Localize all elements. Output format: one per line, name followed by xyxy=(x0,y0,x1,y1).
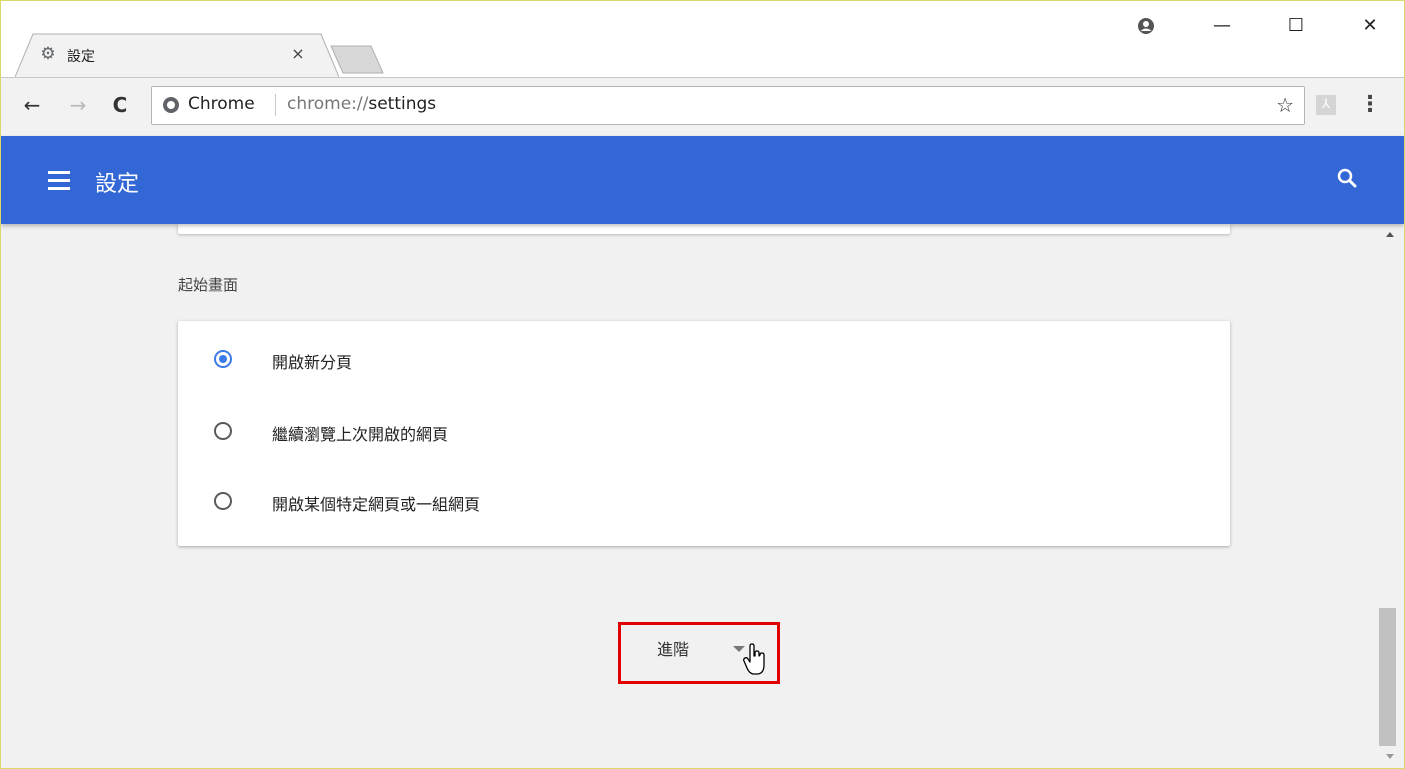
scroll-thumb[interactable] xyxy=(1379,608,1396,746)
previous-section-card xyxy=(178,224,1230,234)
chrome-menu-icon[interactable]: ⋮ xyxy=(1359,90,1381,120)
advanced-label: 進階 xyxy=(657,640,690,659)
back-button[interactable]: ← xyxy=(17,90,47,120)
radio-option-specific-pages[interactable]: 開啟某個特定網頁或一組網頁 xyxy=(178,473,1230,533)
new-tab-button[interactable] xyxy=(327,45,389,75)
url-path: settings xyxy=(368,94,437,114)
section-title-startup: 起始畫面 xyxy=(178,276,239,294)
browser-window: ⚙ 設定 × — ☐ ✕ ← → C Chrome chrome://setti… xyxy=(0,0,1405,769)
radio-label: 繼續瀏覽上次開啟的網頁 xyxy=(272,425,449,444)
page-scrollbar[interactable] xyxy=(1379,224,1404,768)
radio-option-new-tab[interactable]: 開啟新分頁 xyxy=(178,331,1230,391)
address-bar[interactable]: Chrome chrome://settings ☆ xyxy=(151,86,1305,125)
startup-options-card: 開啟新分頁 繼續瀏覽上次開啟的網頁 開啟某個特定網頁或一組網頁 xyxy=(178,321,1230,546)
hamburger-bar xyxy=(48,187,70,190)
radio-option-continue[interactable]: 繼續瀏覽上次開啟的網頁 xyxy=(178,403,1230,463)
close-window-button[interactable]: ✕ xyxy=(1347,11,1393,41)
chrome-page-icon xyxy=(163,97,179,113)
settings-header: 設定 xyxy=(1,136,1404,224)
scroll-up-arrow-icon[interactable] xyxy=(1386,232,1394,237)
radio-button[interactable] xyxy=(214,422,232,440)
tab-settings[interactable]: ⚙ 設定 × xyxy=(15,33,339,77)
page-title: 設定 xyxy=(95,172,140,197)
origin-chip: Chrome xyxy=(188,94,255,114)
hand-cursor-icon xyxy=(743,643,765,675)
scroll-down-arrow-icon[interactable] xyxy=(1386,754,1394,759)
hamburger-icon[interactable] xyxy=(45,169,73,191)
radio-button-checked[interactable] xyxy=(214,350,232,368)
advanced-button[interactable]: 進階 xyxy=(618,622,780,684)
reload-button[interactable]: C xyxy=(105,90,135,120)
account-icon-glyph xyxy=(1138,18,1154,34)
omnibox-divider xyxy=(275,94,276,116)
radio-button[interactable] xyxy=(214,492,232,510)
gear-icon: ⚙ xyxy=(40,44,56,64)
search-icon[interactable] xyxy=(1333,164,1361,192)
hamburger-bar xyxy=(48,171,70,174)
forward-button[interactable]: → xyxy=(63,90,93,120)
title-bar: ⚙ 設定 × — ☐ ✕ xyxy=(1,1,1404,77)
account-icon[interactable] xyxy=(1123,11,1169,41)
extension-pdf-icon[interactable]: ⅄ xyxy=(1316,95,1336,115)
url-scheme: chrome:// xyxy=(287,94,369,114)
hamburger-bar xyxy=(48,179,70,182)
tab-title: 設定 xyxy=(67,49,95,65)
maximize-button[interactable]: ☐ xyxy=(1273,11,1319,41)
settings-content: 起始畫面 開啟新分頁 繼續瀏覽上次開啟的網頁 開啟某個特定網頁或一組網頁 進階 xyxy=(1,224,1379,768)
tab-close-button[interactable]: × xyxy=(287,43,309,65)
url-text[interactable]: chrome://settings xyxy=(287,94,436,114)
radio-label: 開啟某個特定網頁或一組網頁 xyxy=(272,495,481,514)
bookmark-star-icon[interactable]: ☆ xyxy=(1276,93,1294,117)
radio-label: 開啟新分頁 xyxy=(272,353,353,372)
browser-toolbar: ← → C Chrome chrome://settings ☆ ⅄ ⋮ xyxy=(1,77,1404,136)
minimize-button[interactable]: — xyxy=(1199,11,1245,41)
